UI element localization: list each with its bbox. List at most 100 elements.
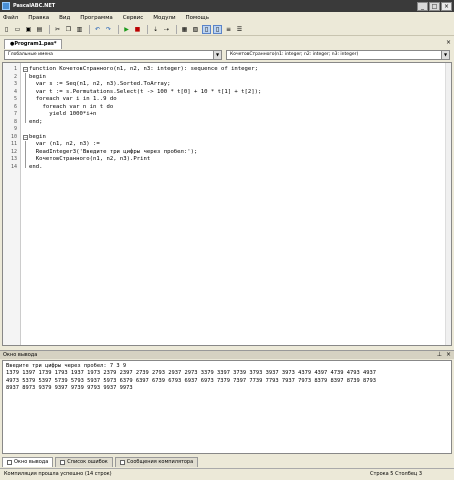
line-number: 14 [10, 163, 17, 170]
output-window-icon[interactable]: ▯ [202, 25, 211, 34]
line-number: 4 [13, 88, 17, 95]
tab-error-list[interactable]: Список ошибок [55, 457, 113, 467]
tab-program1[interactable]: ●Program1.pas* [4, 39, 63, 49]
code-line: КочетовСтранного(n1, n2, n3).Print [29, 156, 151, 162]
app-icon [2, 2, 10, 10]
code-line: ReadInteger3('Введите три цифры через пр… [29, 148, 198, 155]
close-tab-icon[interactable]: × [446, 39, 451, 46]
line-number: 9 [13, 126, 17, 132]
editor-scrollbar[interactable] [445, 63, 451, 345]
output-line: Введите три цифры через пробел: 7 3 9 [6, 363, 127, 369]
fold-guide [25, 73, 26, 123]
pin-icon[interactable]: ⊥ [437, 351, 442, 358]
document-tab-bar: ●Program1.pas* × [0, 37, 454, 49]
toolbar-separator [49, 25, 50, 34]
toolbar-separator [118, 25, 119, 34]
global-names-select[interactable]: Глобальные имена ▼ [4, 50, 222, 60]
step-into-icon[interactable]: ⇣ [151, 25, 160, 34]
tab-output-window[interactable]: Окно вывода [2, 457, 54, 467]
paste-icon[interactable]: ▥ [75, 25, 84, 34]
errors-list-icon[interactable]: ▯ [213, 25, 222, 34]
code-line: function КочетовСтранного(n1, n2, n3: in… [29, 66, 259, 72]
status-message: Компиляция прошла успешно (14 строк) [4, 471, 112, 477]
line-number: 7 [13, 111, 17, 117]
bottom-panel-tabs: Окно вывода Список ошибок Сообщения комп… [0, 456, 454, 467]
save-icon[interactable]: ▣ [24, 25, 33, 34]
compiler-messages-icon [119, 460, 125, 465]
line-number: 1 [13, 66, 17, 72]
menu-bar: Файл Правка Вид Программа Сервис Модули … [0, 12, 454, 24]
output-panel-title: Окно вывода [3, 352, 38, 358]
minimize-button[interactable]: _ [417, 1, 428, 11]
line-number-gutter: 1 2 3 4 5 6 7 8 9 10 11 12 13 14 [3, 63, 21, 345]
toolbar-separator [176, 25, 177, 34]
undo-icon[interactable]: ↶ [93, 25, 102, 34]
menu-service[interactable]: Сервис [123, 15, 144, 21]
maximize-button[interactable]: □ [429, 1, 440, 11]
code-line: begin [29, 133, 46, 140]
members-value: КочетовСтранного(n1: integer; n2: intege… [230, 52, 359, 57]
line-number: 10 [10, 133, 17, 140]
save-all-icon[interactable]: ▤ [35, 25, 44, 34]
code-line: var s := Seq(n1, n2, n3).Sorted.ToArray; [29, 81, 171, 87]
toolbar-separator [89, 25, 90, 34]
menu-edit[interactable]: Правка [28, 15, 49, 21]
chevron-down-icon[interactable]: ▼ [441, 51, 449, 59]
chevron-down-icon[interactable]: ▼ [213, 51, 221, 59]
code-line: begin [29, 73, 46, 80]
format-code-icon[interactable]: ≡ [224, 25, 233, 34]
menu-view[interactable]: Вид [59, 15, 70, 21]
stop-icon[interactable]: ■ [133, 25, 142, 34]
output-panel-header: Окно вывода ⊥ × [0, 350, 454, 359]
menu-help[interactable]: Помощь [186, 15, 209, 21]
toolbar-separator [147, 25, 148, 34]
close-panel-icon[interactable]: × [446, 351, 451, 358]
new-file-icon[interactable]: ▯ [2, 25, 11, 34]
open-folder-icon[interactable]: ▭ [13, 25, 22, 34]
close-button[interactable]: × [441, 1, 452, 11]
fold-toggle-icon[interactable]: − [23, 67, 28, 72]
step-over-icon[interactable]: ⇢ [162, 25, 171, 34]
line-number: 13 [10, 156, 17, 162]
cursor-position: Строка 5 Столбец 3 [370, 471, 423, 477]
line-number: 8 [13, 118, 17, 125]
members-select[interactable]: КочетовСтранного(n1: integer; n2: intege… [226, 50, 450, 60]
output-line: 8937 8973 9379 9397 9739 9793 9937 9973 [6, 384, 133, 391]
code-line: var (n1, n2, n3) := [29, 141, 100, 147]
fold-guide [25, 140, 26, 168]
debug-icon[interactable]: ▧ [191, 25, 200, 34]
menu-program[interactable]: Программа [80, 15, 112, 21]
code-editor[interactable]: 1 2 3 4 5 6 7 8 9 10 11 12 13 14 function КочетовСтра… [2, 62, 452, 346]
tab-compiler-messages[interactable]: Сообщения компилятора [114, 457, 199, 467]
code-line: end; [29, 118, 43, 125]
fold-toggle-icon[interactable]: − [23, 134, 28, 140]
line-number: 11 [10, 141, 17, 147]
code-line: var t := s.Permutations.Select(t -> 100 … [29, 88, 262, 95]
toolbar: ▯ ▭ ▣ ▤ ✂ ❐ ▥ ↶ ↷ ▶ ■ ⇣ ⇢ ▦ ▧ ▯ ▯ ≡ ☰ [0, 24, 454, 36]
navigation-bar: Глобальные имена ▼ КочетовСтранного(n1: … [0, 49, 454, 61]
code-line: foreach var i in 1..9 do [29, 96, 117, 102]
tab-output-window-label: Окно вывода [14, 459, 49, 465]
code-line: yield 1000*i+n [29, 111, 97, 117]
output-window[interactable]: Введите три цифры через пробел: 7 3 9 13… [2, 360, 452, 454]
tab-compiler-messages-label: Сообщения компилятора [126, 459, 194, 465]
compile-icon[interactable]: ▦ [180, 25, 189, 34]
cut-icon[interactable]: ✂ [53, 25, 62, 34]
output-window-icon [7, 460, 12, 465]
menu-modules[interactable]: Модули [153, 15, 175, 21]
intellisense-icon[interactable]: ☰ [235, 25, 244, 34]
redo-icon[interactable]: ↷ [104, 25, 113, 34]
line-number: 12 [10, 148, 17, 155]
output-line: 4973 5379 5397 5739 5793 5937 5973 6379 … [6, 377, 376, 384]
global-names-value: Глобальные имена [8, 52, 53, 57]
copy-icon[interactable]: ❐ [64, 25, 73, 34]
menu-file[interactable]: Файл [3, 15, 18, 21]
run-icon[interactable]: ▶ [122, 25, 131, 34]
tab-error-list-label: Список ошибок [67, 459, 108, 465]
title-bar: PascalABC.NET _ □ × [0, 0, 454, 12]
output-line: 1379 1397 1739 1793 1937 1973 2379 2397 … [6, 370, 376, 377]
status-bar: Компиляция прошла успешно (14 строк) Стр… [0, 468, 454, 480]
line-number: 3 [13, 81, 17, 87]
code-line: foreach var n in t do [29, 103, 114, 110]
line-number: 2 [13, 73, 17, 80]
